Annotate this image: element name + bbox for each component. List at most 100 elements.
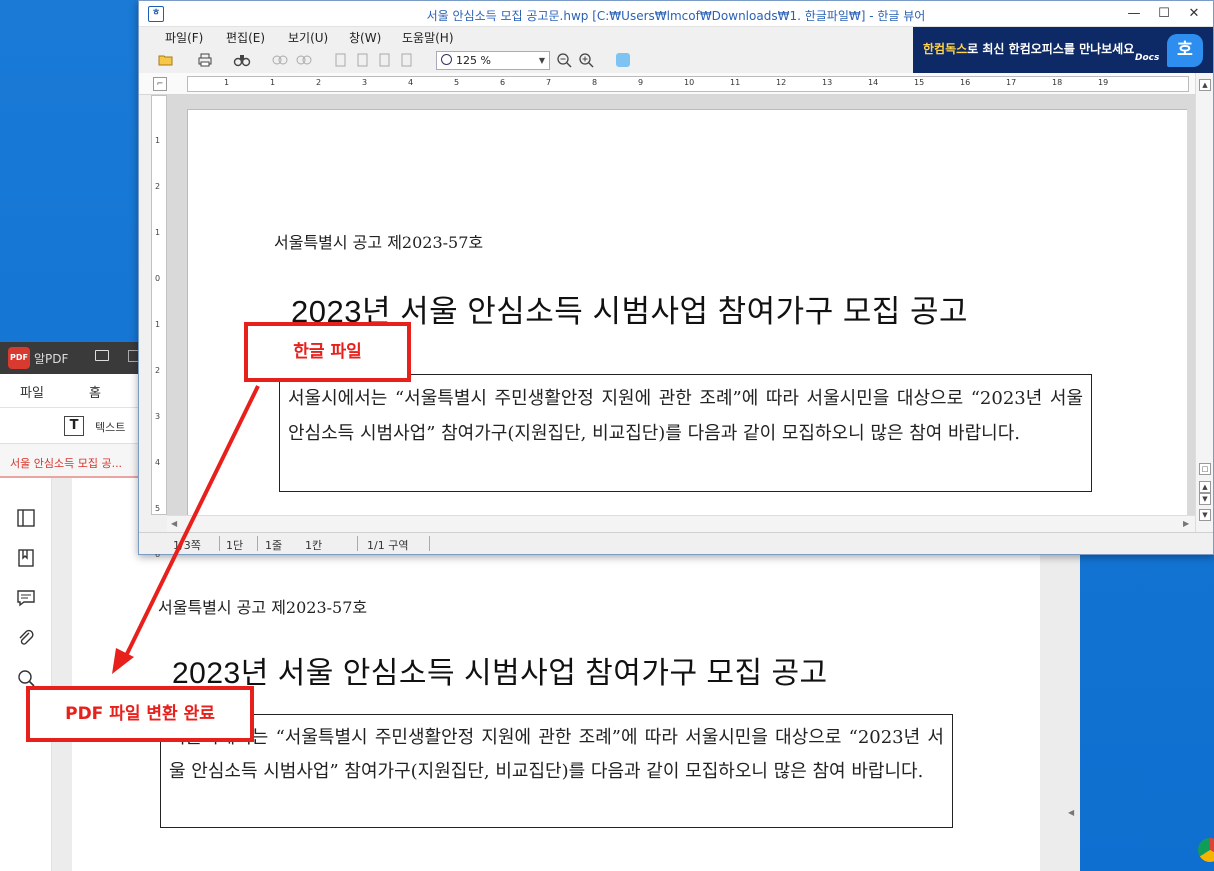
status-line: 1줄 [265,539,283,552]
status-section: 1/1 구역 [367,539,409,552]
ruler-number: 13 [822,78,833,87]
horizontal-scrollbar[interactable]: ◀ ▶ [167,515,1195,532]
scroll-down-icon[interactable]: ▼ [1199,509,1211,521]
vruler-number: 1 [155,228,161,237]
pdf-notice-number: 서울특별시 공고 제2023-57호 [158,598,368,617]
horizontal-ruler: ⌐ 1 1 2 3 4 5 6 7 8 9 10 11 12 13 14 15 16 17 18 19 [139,73,1195,95]
zoom-select[interactable]: 125 % ▼ [436,51,550,70]
menu-file[interactable]: 파일(F) [165,29,203,46]
open-folder-icon[interactable] [95,350,109,361]
text-tool-label[interactable]: 텍스트 [95,419,132,435]
menu-window[interactable]: 창(W) [349,29,381,46]
text-tool-icon[interactable]: T [64,416,84,436]
ruler-number: 10 [684,78,695,87]
vruler-number: 5 [155,504,161,513]
hwp-document-area: 서울특별시 공고 제2023-57호 2023년 서울 안심소득 시범사업 참여… [167,95,1195,515]
menu-home[interactable]: 홈 [89,382,101,401]
banner-text: 한컴독스로 최신 한컴오피스를 만나보세요 [923,42,1135,56]
vruler-number: 1 [155,136,161,145]
alpdf-logo-icon: PDF [8,347,30,369]
page-up-icon[interactable]: ▲ [1199,481,1211,493]
menu-edit[interactable]: 편집(E) [226,29,265,46]
status-separator [429,536,430,551]
ruler-number: 4 [408,78,414,87]
close-icon[interactable]: ✕ [1179,3,1209,25]
vruler-number: 1 [155,320,161,329]
ruler-corner-icon[interactable]: ⌐ [153,77,167,91]
ruler-number: 12 [776,78,787,87]
search-icon[interactable] [16,668,36,688]
minimize-icon[interactable]: — [1119,3,1149,25]
page-next-icon[interactable] [375,51,393,69]
vertical-ruler: 1210123456 [151,95,167,559]
alpdf-sidebar: ▶ [0,478,60,871]
page-down-icon[interactable]: ▼ [1199,493,1211,505]
attachment-icon[interactable] [16,628,36,648]
ruler-number: 3 [362,78,368,87]
menu-file[interactable]: 파일 [20,382,44,401]
hancom-docs-icon[interactable] [614,51,632,69]
pdf-heading: 2023년 서울 안심소득 시범사업 참여가구 모집 공고 [172,657,828,690]
status-column: 1단 [226,539,244,552]
page-last-icon[interactable] [397,51,415,69]
vertical-scrollbar[interactable]: ▲ □ ▲ ▼ ▼ [1195,73,1213,532]
hancom-docs-banner[interactable]: 한컴독스로 최신 한컴오피스를 만나보세요 Docs 호 [913,27,1213,73]
comment-icon[interactable] [16,588,36,608]
hwp-titlebar: ㅎ 서울 안심소득 모집 공고문.hwp [C:₩Users₩lmcof₩Dow… [139,1,1213,27]
hwp-notice-number: 서울특별시 공고 제2023-57호 [274,233,484,252]
zoom-out-icon[interactable] [555,51,573,69]
status-separator [357,536,358,551]
hwp-body-box: 서울시에서는 “서울특별시 주민생활안정 지원에 관한 조례”에 따라 서울시민… [279,374,1092,492]
chevron-down-icon[interactable]: ▼ [539,52,545,69]
vruler-number: 3 [155,412,161,421]
find-next-icon[interactable] [295,51,313,69]
ruler-track: 1 1 2 3 4 5 6 7 8 9 10 11 12 13 14 15 16 17 18 19 [187,76,1189,92]
status-col: 1칸 [305,539,323,552]
ruler-number: 7 [546,78,552,87]
zoom-value: 125 % [456,54,491,67]
document-tab[interactable]: 서울 안심소득 모집 공... [10,455,122,471]
pdf-converted-label: PDF 파일 변환 완료 [26,686,254,742]
status-separator [257,536,258,551]
ruler-number: 19 [1098,78,1109,87]
open-folder-icon[interactable] [157,51,175,69]
scroll-up-icon[interactable]: ▲ [1199,79,1211,91]
ruler-number: 14 [868,78,879,87]
menu-help[interactable]: 도움말(H) [402,29,454,46]
maximize-icon[interactable]: ☐ [1149,3,1179,25]
ruler-number: 15 [914,78,925,87]
ruler-number: 18 [1052,78,1063,87]
vruler-number: 2 [155,366,161,375]
ruler-number: 5 [454,78,460,87]
status-bar: 1/3쪽 1단 1줄 1칸 1/1 구역 [139,532,1213,554]
page-first-icon[interactable] [331,51,349,69]
ruler-number: 8 [592,78,598,87]
ruler-number: 6 [500,78,506,87]
menu-view[interactable]: 보기(U) [288,29,328,46]
banner-docs-label: Docs [1135,53,1160,63]
status-separator [219,536,220,551]
panel-icon[interactable] [16,508,36,528]
ruler-number: 16 [960,78,971,87]
ruler-number: 2 [316,78,322,87]
hancom-logo-icon: 호 [1167,34,1203,67]
vruler-number: 0 [155,274,161,283]
scroll-right-icon[interactable]: ▶ [1183,519,1189,528]
vruler-number: 4 [155,458,161,467]
pdf-body-box: 서울시에서는 “서울특별시 주민생활안정 지원에 관한 조례”에 따라 서울시민… [160,714,953,828]
print-icon[interactable] [196,51,214,69]
binoculars-icon[interactable] [233,51,251,69]
ruler-number: 9 [638,78,644,87]
hwp-toolbar: 125 % ▼ [139,47,914,73]
page-prev-icon[interactable] [353,51,371,69]
zoom-in-icon[interactable] [577,51,595,69]
status-page: 1/3쪽 [173,539,201,552]
bookmark-icon[interactable] [16,548,36,568]
page-view-icon[interactable]: □ [1199,463,1211,475]
find-prev-icon[interactable] [271,51,289,69]
ruler-number: 11 [730,78,741,87]
hwp-file-label: 한글 파일 [244,322,411,382]
zoom-magnifier-icon [441,54,452,65]
scroll-left-icon[interactable]: ◀ [171,519,177,528]
collapse-right-icon[interactable]: ◀ [1068,808,1074,817]
